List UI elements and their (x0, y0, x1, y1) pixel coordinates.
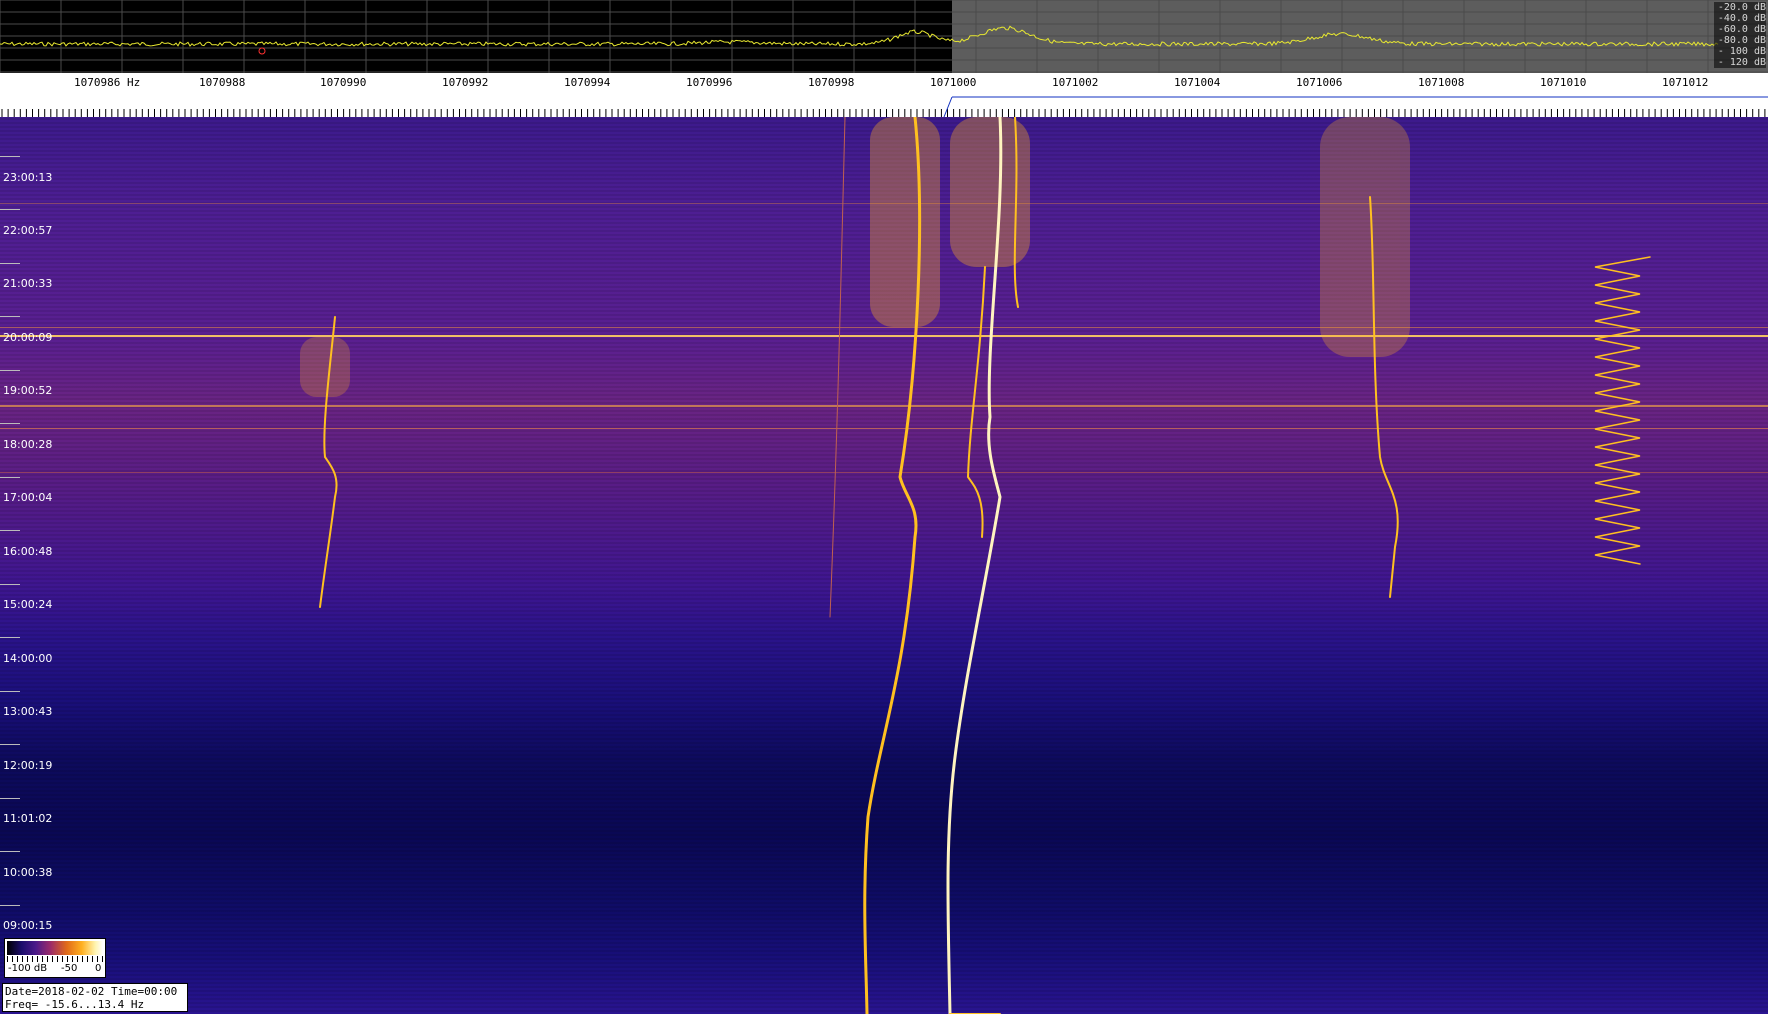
time-tick (0, 316, 20, 317)
db-label: -40.0 dB (1717, 13, 1766, 24)
info-date-time: Date=2018-02-02 Time=00:00 (5, 985, 178, 998)
time-label: 19:00:52 (3, 384, 53, 397)
freq-label: 1070996 (686, 76, 733, 89)
time-tick (0, 530, 20, 531)
info-box: Date=2018-02-02 Time=00:00 Freq= -15.6..… (2, 983, 188, 1012)
frequency-axis[interactable]: 1070986 Hz 1070988 1070990 1070992 10709… (0, 73, 1768, 118)
time-tick (0, 691, 20, 692)
time-tick (0, 851, 20, 852)
legend-max: 0 (95, 963, 102, 974)
db-label: -80.0 dB (1717, 35, 1766, 46)
freq-label: 1070988 (199, 76, 246, 89)
freq-label: 1070998 (808, 76, 855, 89)
time-tick (0, 370, 20, 371)
freq-label: 1071012 (1662, 76, 1709, 89)
time-tick (0, 798, 20, 799)
time-label: 17:00:04 (3, 491, 53, 504)
waterfall-spectrogram[interactable]: 23:00:13 22:00:57 21:00:33 20:00:09 19:0… (0, 117, 1768, 1014)
time-tick (0, 156, 20, 157)
freq-label: 1070994 (564, 76, 611, 89)
time-tick (0, 637, 20, 638)
freq-label: 1070990 (320, 76, 367, 89)
spectrum-trace (0, 0, 1768, 73)
time-label: 14:00:00 (3, 652, 53, 665)
freq-label: 1071004 (1174, 76, 1221, 89)
time-label: 21:00:33 (3, 277, 53, 290)
time-label: 13:00:43 (3, 705, 53, 718)
legend-mid: -50 (61, 963, 78, 974)
time-label: 15:00:24 (3, 598, 53, 611)
time-label: 10:00:38 (3, 866, 53, 879)
freq-label: 1071010 (1540, 76, 1587, 89)
color-scale-legend: -100 dB -50 0 (4, 938, 106, 978)
time-label: 18:00:28 (3, 438, 53, 451)
color-scale-ticks (7, 956, 103, 962)
freq-label: 1071002 (1052, 76, 1099, 89)
freq-label: 1070992 (442, 76, 489, 89)
info-freq-range: Freq= -15.6...13.4 Hz (5, 998, 145, 1011)
time-tick (0, 744, 20, 745)
freq-label: 1071000 (930, 76, 977, 89)
freq-label: 1070986 Hz (74, 76, 141, 89)
db-label: - 120 dB (1717, 57, 1766, 68)
time-label: 16:00:48 (3, 545, 53, 558)
time-label: 23:00:13 (3, 171, 53, 184)
db-label: - 100 dB (1717, 46, 1766, 57)
legend-min: -100 dB (8, 963, 48, 974)
time-tick (0, 263, 20, 264)
time-label: 11:01:02 (3, 812, 53, 825)
freq-label: 1071006 (1296, 76, 1343, 89)
time-tick (0, 477, 20, 478)
time-label: 09:00:15 (3, 919, 53, 932)
time-label: 12:00:19 (3, 759, 53, 772)
freq-label: 1071008 (1418, 76, 1465, 89)
waterfall-traces (0, 117, 1768, 1014)
spectrum-panel[interactable]: -20.0 dB -40.0 dB -60.0 dB -80.0 dB - 10… (0, 0, 1768, 73)
time-tick (0, 905, 20, 906)
time-label: 22:00:57 (3, 224, 53, 237)
frequency-ticks (1, 96, 1768, 117)
time-tick (0, 584, 20, 585)
time-tick (0, 209, 20, 210)
db-label: -60.0 dB (1717, 24, 1766, 35)
time-tick (0, 423, 20, 424)
time-label: 20:00:09 (3, 331, 53, 344)
db-label: -20.0 dB (1717, 2, 1766, 13)
db-scale: -20.0 dB -40.0 dB -60.0 dB -80.0 dB - 10… (1714, 2, 1766, 68)
color-scale-bar (7, 941, 103, 955)
